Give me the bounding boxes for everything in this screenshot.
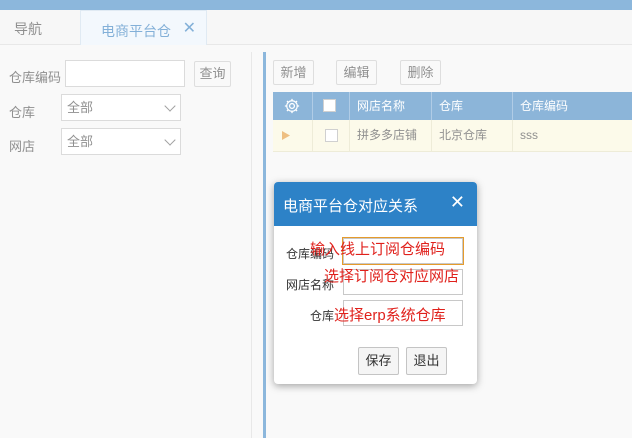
exit-button[interactable]: 退出 (406, 347, 447, 375)
annotation-shop: 选择订阅仓对应网店 (324, 268, 460, 285)
mapping-dialog: 电商平台仓对应关系 ✕ 仓库编码 网店名称 仓库 保存 退出 输入线上订阅仓编码… (274, 182, 477, 384)
save-button[interactable]: 保存 (358, 347, 399, 375)
dialog-title: 电商平台仓对应关系 (283, 198, 419, 215)
annotation-code: 输入线上订阅仓编码 (310, 241, 446, 258)
close-icon[interactable]: ✕ (450, 192, 465, 213)
dialog-header: 电商平台仓对应关系 ✕ (274, 182, 477, 226)
annotation-warehouse: 选择erp系统仓库 (334, 307, 446, 324)
dialog-warehouse-label: 仓库 (310, 309, 335, 323)
